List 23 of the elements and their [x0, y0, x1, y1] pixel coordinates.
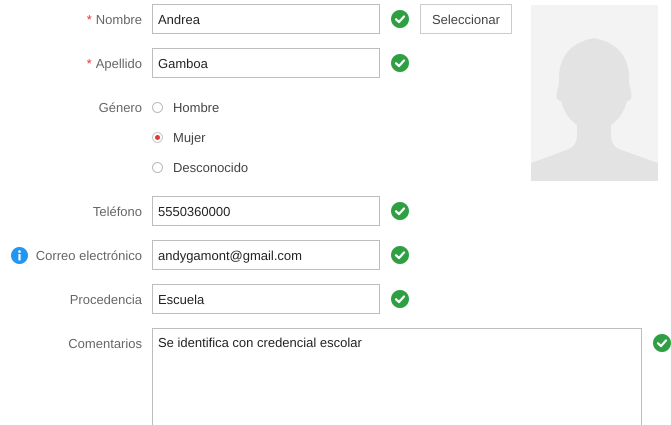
field-label: Apellido — [96, 56, 142, 70]
text-field[interactable]: Gamboa — [152, 48, 380, 78]
radio-button[interactable] — [152, 132, 163, 142]
required-marker: * — [86, 56, 92, 70]
radio-option[interactable]: Mujer — [152, 122, 248, 152]
field-label: Nombre — [96, 12, 142, 26]
text-field[interactable]: andygamont@gmail.com — [152, 240, 380, 270]
text-field[interactable]: Andrea — [152, 4, 380, 34]
comments-field[interactable]: Se identifica con credencial escolar — [152, 328, 642, 425]
radio-option[interactable]: Hombre — [152, 92, 248, 122]
radio-button[interactable] — [152, 102, 163, 112]
text-field[interactable]: Escuela — [152, 284, 380, 314]
radio-option[interactable]: Desconocido — [152, 152, 248, 182]
field-label: Género — [98, 100, 142, 114]
field-label: Teléfono — [92, 204, 142, 218]
radio-button[interactable] — [152, 162, 163, 172]
field-label: Comentarios — [68, 336, 142, 350]
select-button[interactable]: Seleccionar — [420, 4, 512, 34]
field-label: Procedencia — [70, 292, 142, 306]
field-label: Correo electrónico — [36, 248, 142, 262]
info-icon[interactable] — [10, 246, 28, 264]
text-field[interactable]: 5550360000 — [152, 196, 380, 226]
required-marker: * — [86, 12, 92, 26]
